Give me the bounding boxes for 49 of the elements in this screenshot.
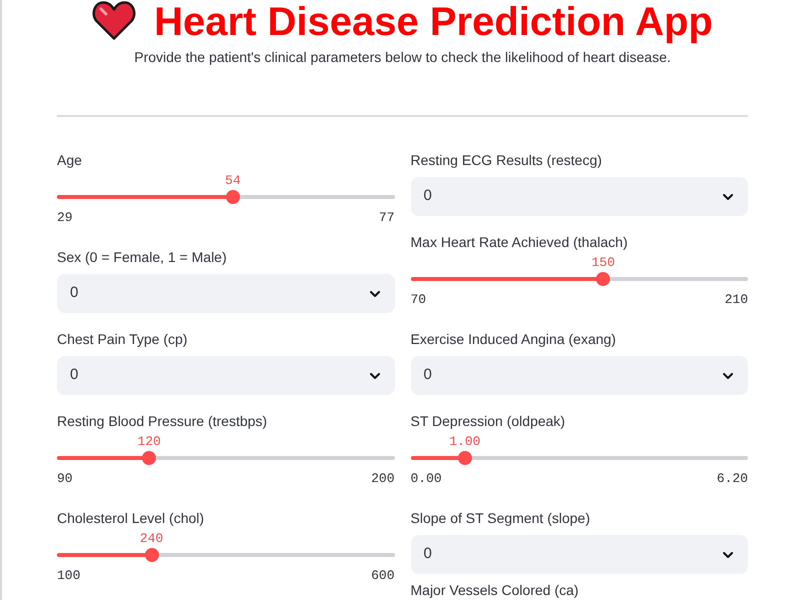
slider-value: 54 [225,172,241,190]
chevron-down-icon [370,372,380,378]
slider-thumb[interactable] [596,272,610,286]
chevron-down-icon [723,194,733,200]
field-label: Resting ECG Results (restecg) [410,151,603,170]
slider-thumb[interactable] [142,451,156,465]
slider-max-label: 77 [378,209,394,227]
dropdown[interactable]: 0 [57,274,394,313]
slider-thumb[interactable] [226,190,240,204]
dropdown[interactable]: 0 [410,356,748,395]
field-label: Slope of ST Segment (slope) [410,509,592,528]
slider-max-label: 6.20 [716,470,748,488]
slider-value: 120 [137,433,161,451]
slider-track[interactable] [57,190,394,204]
dropdown[interactable]: 0 [410,177,748,216]
field-label: Sex (0 = Female, 1 = Male) [57,248,228,267]
app-title: Heart Disease Prediction App [154,0,713,45]
slider-value: 1.00 [449,433,480,451]
slider-thumb[interactable] [458,451,472,465]
slider-track[interactable] [410,451,748,465]
field-label: Chest Pain Type (cp) [57,330,188,349]
slider-track[interactable] [57,451,394,465]
slider-min-label: 70 [410,291,426,309]
slider-min-label: 100 [57,567,80,585]
field-label: Max Heart Rate Achieved (thalach) [410,233,629,252]
chevron-down-icon [723,372,733,378]
slider-max-label: 210 [724,291,748,309]
slider-min-label: 0.00 [410,470,442,488]
slider-value: 150 [592,254,615,272]
slider-track[interactable] [57,548,394,562]
dropdown[interactable]: 0 [410,535,748,574]
slider-track[interactable] [410,272,748,286]
heart-icon [92,0,136,40]
chevron-down-icon [370,290,380,296]
dropdown[interactable]: 0 [57,356,394,395]
field-label: ST Depression (oldpeak) [410,412,566,431]
chevron-down-icon [723,552,733,558]
slider-value: 240 [140,530,164,548]
slider-min-label: 29 [57,209,73,227]
app-subtitle: Provide the patient's clinical parameters below to check the likelihood of heart disease. [133,48,672,67]
field-label: Age [57,151,83,170]
field-label: Resting Blood Pressure (trestbps) [57,412,268,431]
slider-min-label: 90 [57,470,73,488]
field-label: Exercise Induced Angina (exang) [410,330,617,349]
slider-thumb[interactable] [144,548,158,562]
field-label: Cholesterol Level (chol) [57,509,206,528]
slider-max-label: 200 [371,470,394,488]
field-label: Major Vessels Colored (ca) [410,581,580,600]
slider-max-label: 600 [371,567,394,585]
